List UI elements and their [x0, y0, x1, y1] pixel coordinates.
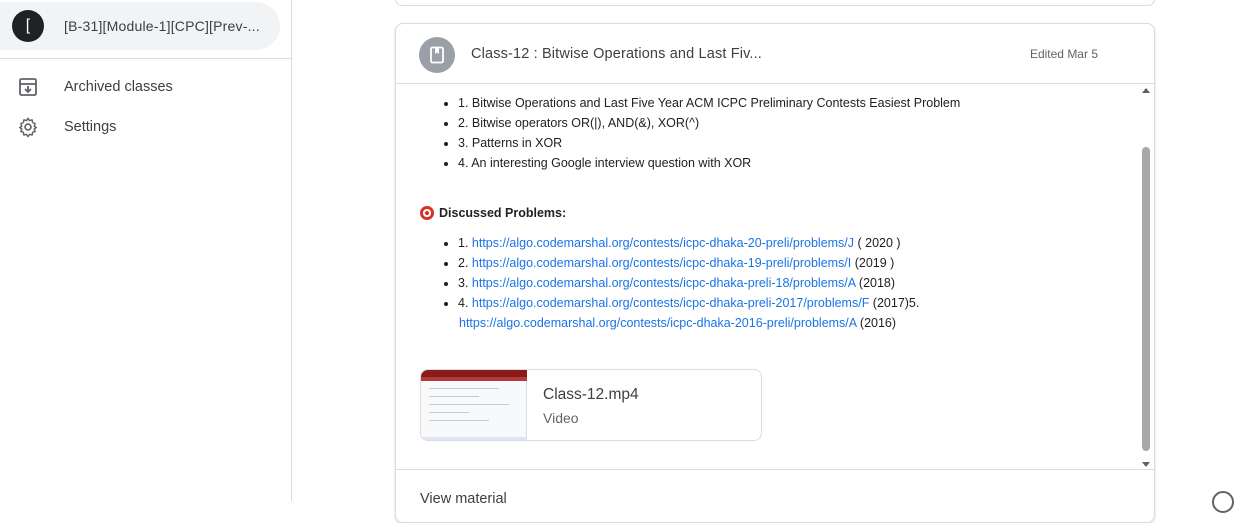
sidebar-item-settings[interactable]: Settings — [0, 107, 280, 147]
target-icon — [420, 206, 434, 220]
problem-link[interactable]: https://algo.codemarshal.org/contests/ic… — [459, 316, 856, 330]
card-body: 1. Bitwise Operations and Last Five Year… — [396, 85, 1154, 469]
card-title: Class-12 : Bitwise Operations and Last F… — [471, 46, 762, 62]
problem-year: (2017)5. — [869, 296, 920, 310]
list-item: 1. Bitwise Operations and Last Five Year… — [458, 93, 1120, 113]
class-avatar: [ — [12, 10, 44, 42]
video-thumbnail — [421, 370, 527, 440]
class-name: [B-31][Module-1][CPC][Prev-... — [64, 18, 260, 34]
card-footer-divider — [396, 469, 1154, 470]
archived-label: Archived classes — [64, 79, 173, 95]
gear-icon — [16, 115, 40, 139]
problem-number: 4. — [458, 296, 472, 310]
list-item: 4. https://algo.codemarshal.org/contests… — [458, 293, 1120, 313]
scrollbar[interactable] — [1140, 85, 1152, 469]
help-icon[interactable] — [1212, 491, 1234, 513]
list-item: 4. An interesting Google interview quest… — [458, 153, 1120, 173]
problems-heading: Discussed Problems: — [420, 206, 1120, 220]
problem-link[interactable]: https://algo.codemarshal.org/contests/ic… — [472, 276, 856, 290]
previous-card[interactable] — [395, 0, 1155, 6]
problem-year: ( 2020 ) — [854, 236, 901, 250]
problem-number: 2. — [458, 256, 472, 270]
scroll-down-arrow-icon[interactable] — [1142, 462, 1150, 467]
video-attachment[interactable]: Class-12.mp4 Video — [420, 369, 762, 441]
list-item: 2. Bitwise operators OR(|), AND(&), XOR(… — [458, 113, 1120, 133]
scrollbar-thumb[interactable] — [1142, 147, 1150, 451]
material-book-icon — [419, 37, 455, 73]
problem-continuation: https://algo.codemarshal.org/contests/ic… — [459, 313, 1120, 333]
problems-heading-text: Discussed Problems: — [439, 206, 567, 220]
view-material-link[interactable]: View material — [420, 491, 507, 507]
problem-year: (2018) — [855, 276, 896, 290]
sidebar-divider — [0, 58, 292, 59]
sidebar-item-class[interactable]: [ [B-31][Module-1][CPC][Prev-... — [0, 2, 280, 50]
problem-link[interactable]: https://algo.codemarshal.org/contests/ic… — [472, 236, 854, 250]
sidebar: [ [B-31][Module-1][CPC][Prev-... Archive… — [0, 0, 292, 501]
attachment-name: Class-12.mp4 — [543, 386, 639, 403]
description: 1. Bitwise Operations and Last Five Year… — [420, 85, 1120, 333]
settings-label: Settings — [64, 119, 117, 135]
list-item: 3. https://algo.codemarshal.org/contests… — [458, 273, 1120, 293]
problem-year: (2019 ) — [851, 256, 895, 270]
edited-date: Edited Mar 5 — [1029, 47, 1098, 61]
list-item: 3. Patterns in XOR — [458, 133, 1120, 153]
problem-number: 1. — [458, 236, 472, 250]
problem-year: (2016) — [856, 316, 897, 330]
scroll-up-arrow-icon[interactable] — [1142, 88, 1150, 93]
attachment-info: Class-12.mp4 Video — [527, 370, 639, 440]
sidebar-item-archived[interactable]: Archived classes — [0, 67, 280, 107]
material-card: Class-12 : Bitwise Operations and Last F… — [395, 23, 1155, 523]
topics-list: 1. Bitwise Operations and Last Five Year… — [420, 93, 1120, 173]
card-header[interactable]: Class-12 : Bitwise Operations and Last F… — [396, 24, 1154, 84]
problem-number: 3. — [458, 276, 472, 290]
archive-icon — [16, 75, 40, 99]
problem-link[interactable]: https://algo.codemarshal.org/contests/ic… — [472, 296, 869, 310]
list-item: 1. https://algo.codemarshal.org/contests… — [458, 233, 1120, 253]
problems-list: 1. https://algo.codemarshal.org/contests… — [420, 233, 1120, 313]
problem-link[interactable]: https://algo.codemarshal.org/contests/ic… — [472, 256, 851, 270]
attachment-type: Video — [543, 410, 579, 426]
list-item: 2. https://algo.codemarshal.org/contests… — [458, 253, 1120, 273]
